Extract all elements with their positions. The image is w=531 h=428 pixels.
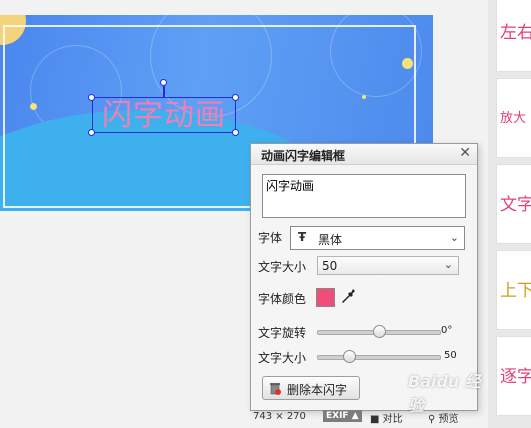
preview-label: 预览 <box>438 414 459 425</box>
delete-flash-text-button[interactable]: 删除本闪字 <box>262 376 360 400</box>
resize-handle-bottom-right[interactable] <box>232 129 239 136</box>
trash-icon <box>270 383 281 395</box>
compare-button[interactable]: ■ 对比 <box>370 410 403 425</box>
size-slider[interactable] <box>317 350 441 363</box>
delete-button-label: 删除本闪字 <box>287 383 348 397</box>
font-select[interactable]: Ŧ 黑体 ⌄ <box>290 226 465 250</box>
template-label: 左右 <box>500 23 531 43</box>
rotate-slider[interactable] <box>317 325 441 338</box>
preview-button[interactable]: ⚲ 预览 <box>428 410 459 425</box>
watermark: Baidu 经验 <box>408 372 481 415</box>
template-label: 文字 <box>500 195 531 215</box>
selection-box[interactable] <box>92 97 236 133</box>
exif-button[interactable]: EXIF ▲ <box>323 410 362 422</box>
chevron-down-icon: ⌄ <box>449 231 459 244</box>
dialog-title: 动画闪字编辑框 <box>261 149 346 163</box>
template-item[interactable]: 逐字 <box>496 336 531 416</box>
close-icon[interactable]: ✕ <box>459 145 471 161</box>
font-type-icon: Ŧ <box>298 230 307 244</box>
rotate-handle[interactable] <box>160 79 167 86</box>
size-label: 文字大小 <box>258 260 307 274</box>
status-bar: 743 × 270 EXIF ▲ ■ 对比 ⚲ 预览 <box>250 409 488 428</box>
size-slider-thumb[interactable] <box>343 350 357 363</box>
text-content-input[interactable]: 闪字动画 <box>262 174 466 218</box>
compare-label: 对比 <box>382 414 403 425</box>
template-item[interactable]: 左右 <box>496 0 531 72</box>
resize-handle-top-left[interactable] <box>88 94 95 101</box>
template-label: 上下 <box>500 281 531 301</box>
font-value: 黑体 <box>318 233 343 247</box>
rotate-handle-line <box>163 86 165 97</box>
resize-handle-bottom-left[interactable] <box>88 129 95 136</box>
rotate-value: 0° <box>441 325 453 336</box>
size-slider-value: 50 <box>444 350 457 361</box>
size-value: 50 <box>322 259 338 273</box>
template-item[interactable]: 上下 <box>496 250 531 330</box>
rotate-label: 文字旋转 <box>258 326 307 340</box>
font-label: 字体 <box>258 231 283 245</box>
eyedropper-icon[interactable] <box>341 287 357 307</box>
template-strip: 左右 放大 文字 上下 逐字 <box>488 0 531 428</box>
template-item[interactable]: 文字 <box>496 164 531 244</box>
template-label: 逐字 <box>500 367 531 387</box>
chevron-down-icon: ⌄ <box>443 258 453 271</box>
size-slider-label: 文字大小 <box>258 351 307 365</box>
color-label: 字体颜色 <box>258 292 307 306</box>
template-label: 放大 <box>500 111 527 126</box>
image-dimensions: 743 × 270 <box>253 411 306 422</box>
resize-handle-top-right[interactable] <box>232 94 239 101</box>
dialog-titlebar[interactable]: 动画闪字编辑框 ✕ <box>251 144 477 165</box>
size-select[interactable]: 50 ⌄ <box>317 256 459 275</box>
color-swatch[interactable] <box>316 288 335 307</box>
rotate-slider-thumb[interactable] <box>372 325 386 338</box>
template-item[interactable]: 放大 <box>496 78 531 158</box>
